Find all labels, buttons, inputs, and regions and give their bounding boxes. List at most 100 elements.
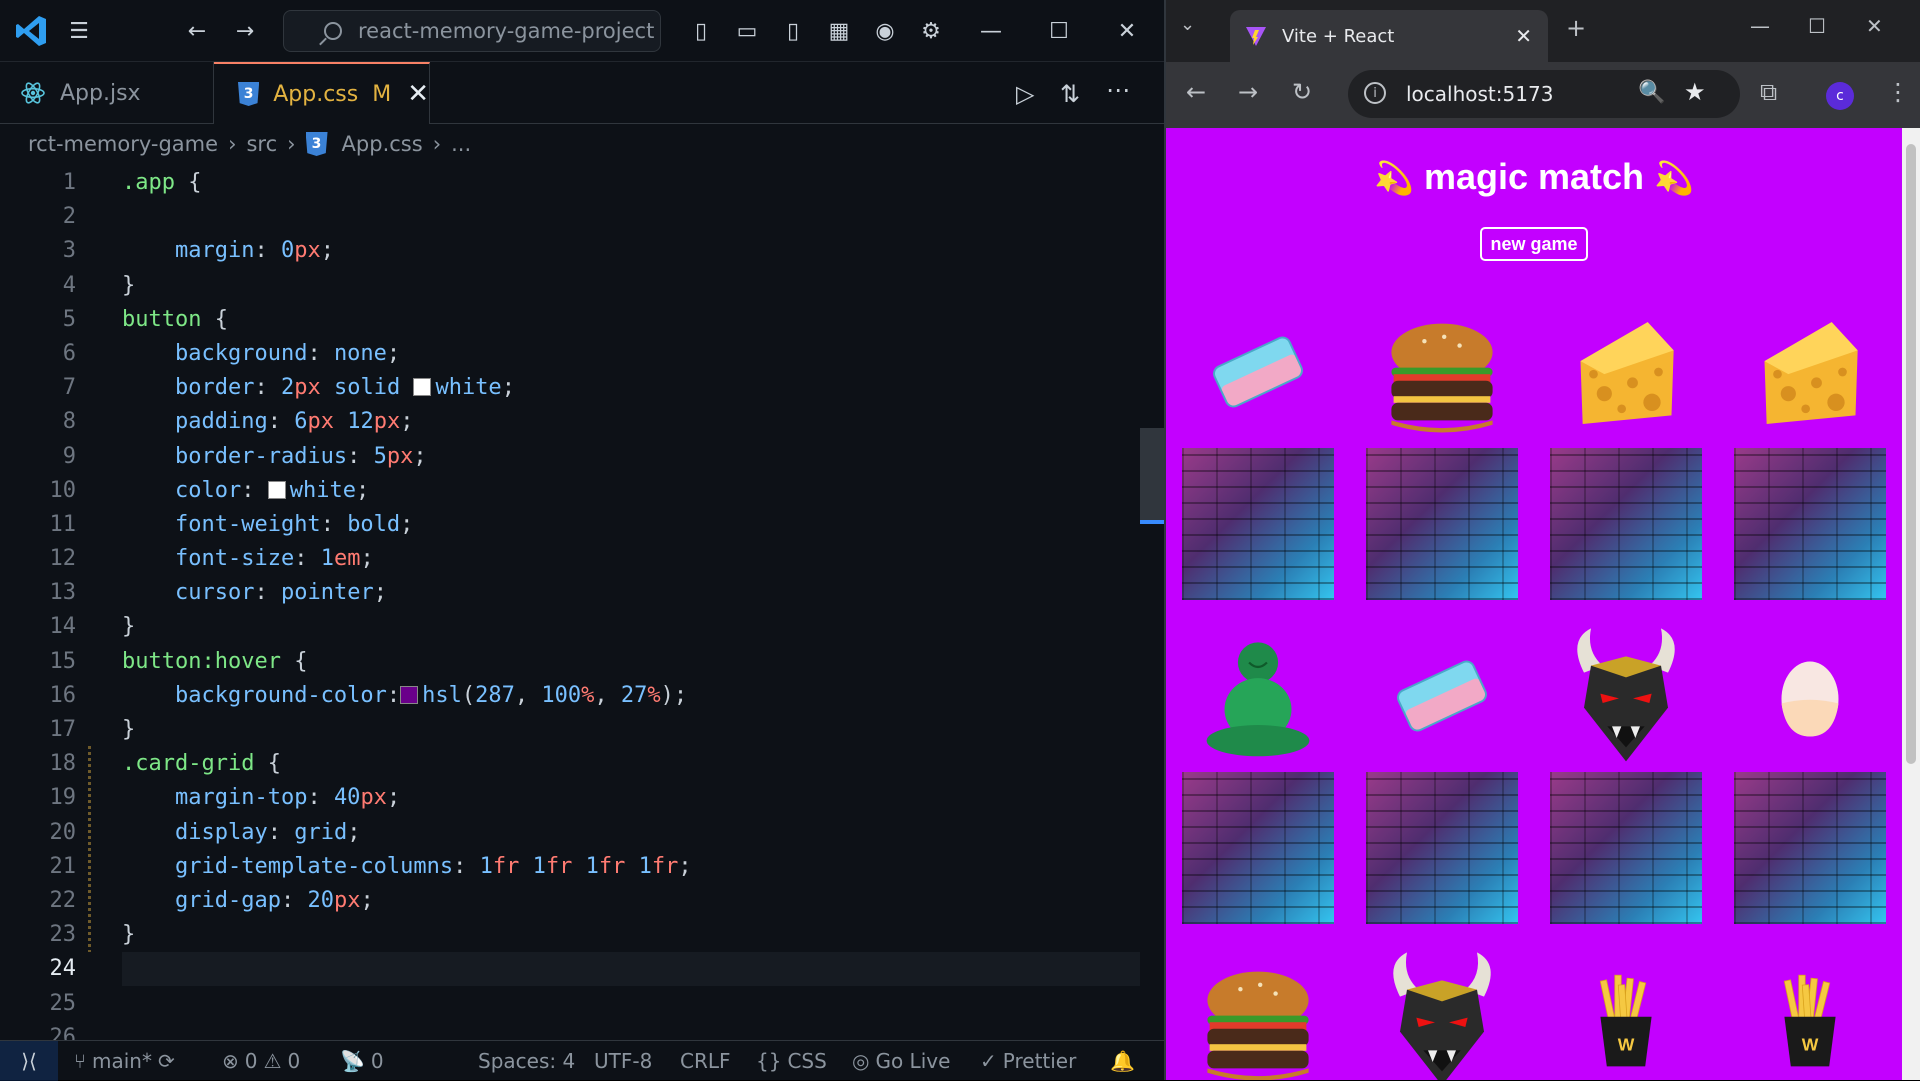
toggle-secondary-sidebar-icon[interactable]: ▯ — [778, 16, 808, 46]
close-tab-icon[interactable]: ✕ — [407, 79, 429, 109]
ports-status[interactable]: 📡 0 — [340, 1049, 384, 1073]
code-line[interactable]: 9 border-radius: 5px; — [0, 440, 1140, 474]
code-line[interactable]: 25 — [0, 987, 1140, 1021]
code-line[interactable]: 18 .card-grid { — [0, 747, 1140, 781]
settings-gear-icon[interactable]: ⚙ — [916, 16, 946, 46]
breadcrumb-item[interactable]: src — [246, 132, 277, 156]
code-line[interactable]: 5 button { — [0, 303, 1140, 337]
line-number: 16 — [49, 682, 77, 708]
reload-icon[interactable]: ↻ — [1292, 78, 1312, 106]
compare-changes-icon[interactable]: ⇅ — [1060, 80, 1080, 108]
minimize-icon[interactable]: — — [1750, 14, 1770, 38]
close-tab-icon[interactable]: ✕ — [1515, 24, 1532, 48]
card-back-brick[interactable] — [1550, 448, 1702, 600]
back-arrow-icon[interactable]: ← — [1186, 78, 1206, 106]
maximize-icon[interactable]: ☐ — [1044, 16, 1074, 46]
css3-icon: 3 — [238, 82, 260, 106]
line-number: 18 — [49, 751, 77, 777]
indentation-status[interactable]: Spaces: 4 — [478, 1049, 575, 1073]
page-scrollbar[interactable] — [1902, 128, 1920, 1080]
new-game-button[interactable]: new game — [1480, 227, 1588, 261]
breadcrumb-item[interactable]: rct-memory-game — [28, 132, 218, 156]
extensions-puzzle-icon[interactable]: ⧉ — [1760, 78, 1777, 106]
browser-tab[interactable]: Vite + React ✕ — [1230, 10, 1548, 62]
code-token: 1 — [479, 853, 493, 879]
line-number: 9 — [62, 443, 76, 469]
code-line[interactable]: 20 display: grid; — [0, 816, 1140, 850]
tab-app-css[interactable]: 3 App.css M ✕ — [214, 62, 430, 124]
card-back-brick[interactable] — [1366, 772, 1518, 924]
card-back-brick[interactable] — [1734, 772, 1886, 924]
code-line[interactable]: 15 button:hover { — [0, 645, 1140, 679]
language-status[interactable]: {} CSS — [756, 1049, 827, 1073]
code-line[interactable]: 2 — [0, 200, 1140, 234]
code-token: px — [307, 409, 334, 435]
branch-status[interactable]: ⑂ main* ⟳ — [74, 1049, 175, 1073]
bookmark-star-icon[interactable]: ★ — [1684, 78, 1706, 106]
close-window-icon[interactable]: ✕ — [1112, 16, 1142, 46]
tab-search-chevron-icon[interactable]: ⌄ — [1180, 14, 1195, 35]
notifications-bell-icon[interactable]: 🔔 — [1110, 1049, 1135, 1073]
minimize-icon[interactable]: — — [976, 16, 1006, 46]
close-window-icon[interactable]: ✕ — [1866, 14, 1883, 38]
profile-avatar[interactable]: c — [1826, 82, 1854, 110]
eol-status[interactable]: CRLF — [680, 1049, 731, 1073]
zoom-icon[interactable]: 🔍 — [1638, 80, 1665, 105]
command-center-search[interactable]: react-memory-game-project — [283, 10, 661, 52]
code-line[interactable]: 3 margin: 0px; — [0, 234, 1140, 268]
forward-arrow-icon[interactable]: → — [1238, 78, 1258, 106]
code-line[interactable]: 23} — [0, 918, 1140, 952]
code-line[interactable]: 4} — [0, 269, 1140, 303]
address-bar[interactable]: i localhost:5173 🔍 ★ — [1348, 70, 1740, 118]
card-back-brick[interactable] — [1366, 448, 1518, 600]
scrollbar-thumb[interactable] — [1140, 428, 1164, 520]
color-swatch[interactable] — [400, 685, 419, 704]
code-line[interactable]: 8 padding: 6px 12px; — [0, 405, 1140, 439]
code-line[interactable]: 24 — [0, 952, 1140, 986]
status-bar: ⟩⟨ ⑂ main* ⟳ ⊗ 0 ⚠ 0 📡 0 Spaces: 4 UTF-8… — [0, 1040, 1164, 1081]
site-info-icon[interactable]: i — [1364, 82, 1386, 104]
breadcrumb-item[interactable]: ... — [451, 132, 471, 156]
color-swatch[interactable] — [413, 378, 432, 397]
back-arrow-icon[interactable]: ← — [182, 16, 212, 46]
code-line[interactable]: 19 margin-top: 40px; — [0, 781, 1140, 815]
code-line[interactable]: 12 font-size: 1em; — [0, 542, 1140, 576]
page-scrollbar-thumb[interactable] — [1906, 144, 1916, 764]
remote-indicator-icon[interactable]: ⟩⟨ — [0, 1040, 58, 1081]
card-back-brick[interactable] — [1550, 772, 1702, 924]
code-line[interactable]: 16 background-color: hsl(287, 100%, 27%); — [0, 679, 1140, 713]
code-line[interactable]: 7 border: 2px solid white; — [0, 371, 1140, 405]
code-editor[interactable]: 1 .app {2 3 margin: 0px; 4} 5 button {6 backg… — [0, 166, 1140, 1055]
card-back-brick[interactable] — [1182, 448, 1334, 600]
maximize-icon[interactable]: ☐ — [1808, 14, 1826, 38]
customize-layout-icon[interactable]: ▦ — [824, 16, 854, 46]
account-icon[interactable]: ◉ — [870, 16, 900, 46]
new-tab-icon[interactable]: + — [1566, 14, 1586, 42]
go-live-button[interactable]: ◎ Go Live — [852, 1049, 950, 1073]
card-back-brick[interactable] — [1734, 448, 1886, 600]
more-actions-icon[interactable]: ⋯ — [1106, 76, 1130, 104]
tab-app-jsx[interactable]: App.jsx — [0, 62, 214, 124]
encoding-status[interactable]: UTF-8 — [594, 1049, 652, 1073]
code-line[interactable]: 1 .app { — [0, 166, 1140, 200]
code-line[interactable]: 22 grid-gap: 20px; — [0, 884, 1140, 918]
breadcrumb-item[interactable]: App.css — [342, 132, 423, 156]
code-line[interactable]: 11 font-weight: bold; — [0, 508, 1140, 542]
code-line[interactable]: 6 background: none; — [0, 337, 1140, 371]
toggle-primary-sidebar-icon[interactable]: ▯ — [686, 16, 716, 46]
code-line[interactable]: 17} — [0, 713, 1140, 747]
code-line[interactable]: 13 cursor: pointer; — [0, 576, 1140, 610]
code-line[interactable]: 21 grid-template-columns: 1fr 1fr 1fr 1f… — [0, 850, 1140, 884]
menu-icon[interactable]: ☰ — [64, 16, 94, 46]
forward-arrow-icon[interactable]: → — [230, 16, 260, 46]
code-line[interactable]: 10 color: white; — [0, 474, 1140, 508]
problems-status[interactable]: ⊗ 0 ⚠ 0 — [222, 1049, 300, 1073]
code-token: 1 — [532, 853, 546, 879]
chrome-menu-icon[interactable]: ⋮ — [1886, 78, 1910, 106]
color-swatch[interactable] — [267, 480, 286, 499]
prettier-status[interactable]: ✓ Prettier — [980, 1049, 1076, 1073]
toggle-panel-icon[interactable]: ▭ — [732, 16, 762, 46]
card-back-brick[interactable] — [1182, 772, 1334, 924]
run-icon[interactable]: ▷ — [1016, 80, 1034, 108]
code-line[interactable]: 14} — [0, 610, 1140, 644]
